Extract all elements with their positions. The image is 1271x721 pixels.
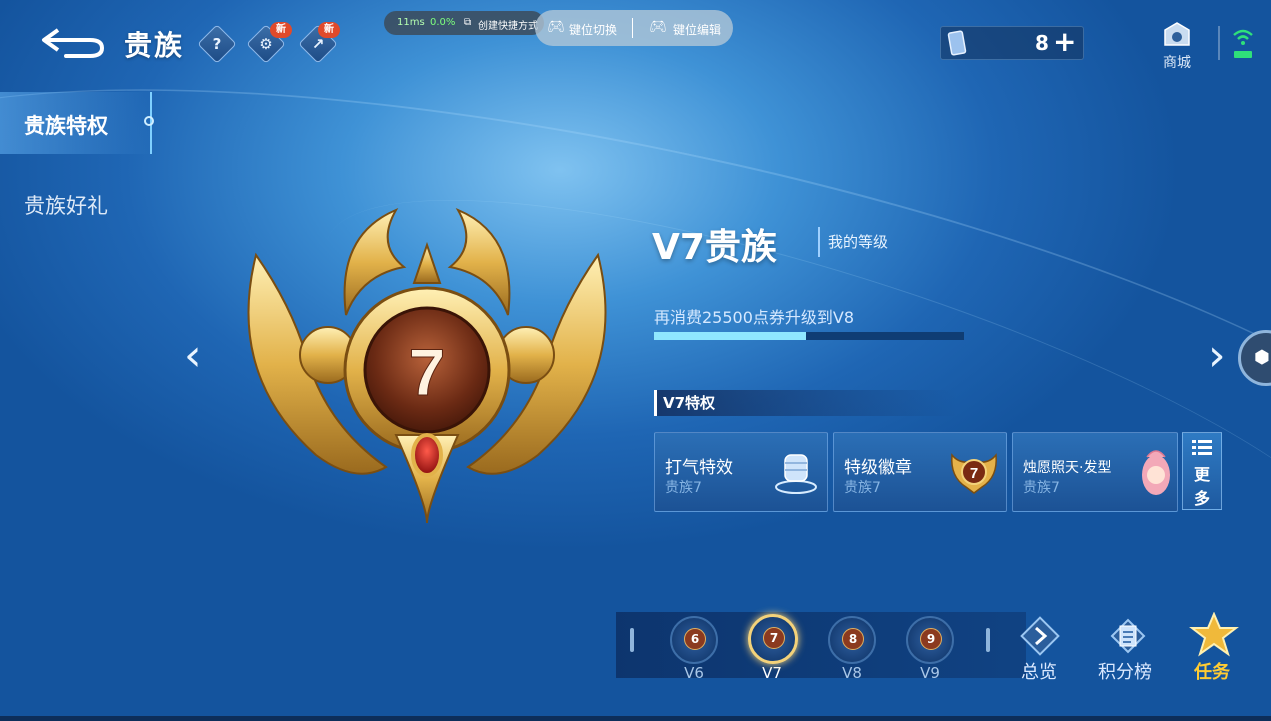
gamepad-icon: 🎮︎: [649, 19, 667, 35]
badge-icon: 7: [951, 453, 997, 494]
leaderboard-button[interactable]: 积分榜: [1096, 612, 1160, 683]
privileges-section-title: V7特权: [663, 394, 716, 412]
level-badge-icon: 8: [828, 616, 876, 664]
add-ticket-button[interactable]: +: [1053, 25, 1076, 58]
upgrade-progress-text: 再消费25500点券升级到V8: [654, 308, 855, 327]
shop-button[interactable]: 商城: [1160, 20, 1194, 71]
overview-label: 总览: [1021, 662, 1057, 683]
key-mapping-bar: 🎮︎ 键位切换 🎮︎ 键位编辑: [535, 10, 733, 46]
latency-text: 11ms: [397, 17, 425, 28]
privilege-card-premium-badge[interactable]: 特级徽章 贵族7 7: [833, 432, 1007, 512]
my-level-label: 我的等级: [818, 227, 888, 257]
level-item-v7[interactable]: 7 V7: [748, 614, 798, 682]
ticket-count: 8: [1035, 31, 1049, 55]
emblem-level-number: 7: [409, 335, 446, 409]
leaderboard-icon: [1110, 618, 1146, 654]
upgrade-progress-fill: [654, 332, 806, 340]
next-level-arrow-icon[interactable]: ›: [1208, 330, 1226, 381]
level-badge-icon: 7: [748, 614, 798, 664]
rank-title: V7贵族: [652, 227, 777, 268]
card-subtitle: 贵族7: [844, 480, 881, 496]
upgrade-progress-bar: [654, 332, 964, 340]
svg-text:7: 7: [970, 465, 978, 482]
new-badge: 新: [318, 22, 340, 38]
more-label-line2: 多: [1193, 489, 1210, 508]
card-title: 烛愿照天·发型: [1023, 460, 1112, 476]
shortcut-label[interactable]: 创建快捷方式: [478, 17, 538, 32]
wifi-battery-icon: [1233, 29, 1253, 58]
key-edit-button[interactable]: 键位编辑: [673, 21, 721, 38]
floating-assist-button[interactable]: ⬢: [1238, 330, 1271, 386]
help-button[interactable]: ?: [197, 24, 237, 64]
overview-icon: [1020, 616, 1060, 656]
shop-icon: [1164, 22, 1190, 46]
more-label-line1: 更: [1193, 465, 1210, 484]
overview-button[interactable]: 总览: [1010, 612, 1070, 683]
previous-level-arrow-icon[interactable]: ‹: [184, 330, 202, 381]
level-item-v8[interactable]: 8 V8: [828, 616, 876, 682]
perf-overlay: 11ms 0.0% ⧉ 创建快捷方式: [384, 11, 544, 35]
v7-emblem: 7: [247, 207, 607, 524]
help-icon: ?: [212, 35, 222, 53]
back-arrow-icon[interactable]: [40, 26, 106, 58]
level-item-v6[interactable]: 6 V6: [670, 616, 718, 682]
level-badge-icon: 9: [906, 616, 954, 664]
level-label: V7: [762, 664, 782, 682]
level-label: V6: [684, 664, 704, 682]
new-badge: 新: [270, 22, 292, 38]
ticket-icon: [947, 30, 967, 56]
key-switch-button[interactable]: 键位切换: [569, 21, 617, 38]
more-privileges-button[interactable]: 更 多: [1182, 432, 1222, 510]
tasks-label: 任务: [1194, 662, 1230, 683]
page-title: 贵族: [124, 29, 185, 62]
shortcut-icon: ⧉: [464, 17, 472, 28]
level-label: V8: [842, 664, 862, 682]
privilege-card-cheer-effect[interactable]: 打气特效 贵族7: [654, 432, 828, 512]
shop-label: 商城: [1163, 55, 1191, 71]
card-title: 特级徽章: [844, 458, 912, 478]
nobility-screen: 贵族 ? ⚙ 新 ↗ 新 11ms 0.0% ⧉ 创建快捷方式 🎮︎ 键位切换 …: [0, 0, 1271, 721]
loss-text: 0.0%: [430, 17, 456, 28]
privilege-card-hairstyle[interactable]: 烛愿照天·发型 贵族7: [1012, 432, 1178, 512]
level-label: V9: [920, 664, 940, 682]
card-subtitle: 贵族7: [1023, 480, 1060, 496]
level-badge-icon: 6: [670, 616, 718, 664]
level-item-v9[interactable]: 9 V9: [906, 616, 954, 682]
sidebar-item-gifts[interactable]: 贵族好礼: [24, 190, 108, 220]
fist-icon: [775, 454, 817, 494]
ticket-counter: 8 +: [940, 25, 1084, 60]
privileges-section-header: V7特权: [654, 390, 957, 416]
card-title: 打气特效: [665, 458, 733, 478]
gamepad-icon: 🎮︎: [547, 19, 565, 35]
sidebar-item-privileges[interactable]: 贵族特权: [24, 110, 108, 140]
tasks-icon: [1189, 612, 1239, 657]
active-indicator-icon: [144, 116, 154, 126]
leaderboard-label: 积分榜: [1098, 662, 1152, 683]
hairstyle-icon: [1142, 450, 1170, 495]
card-subtitle: 贵族7: [665, 480, 702, 496]
tasks-button[interactable]: 任务: [1184, 610, 1244, 683]
hexagon-icon: ⬢: [1254, 347, 1270, 368]
list-icon: [1192, 440, 1212, 455]
